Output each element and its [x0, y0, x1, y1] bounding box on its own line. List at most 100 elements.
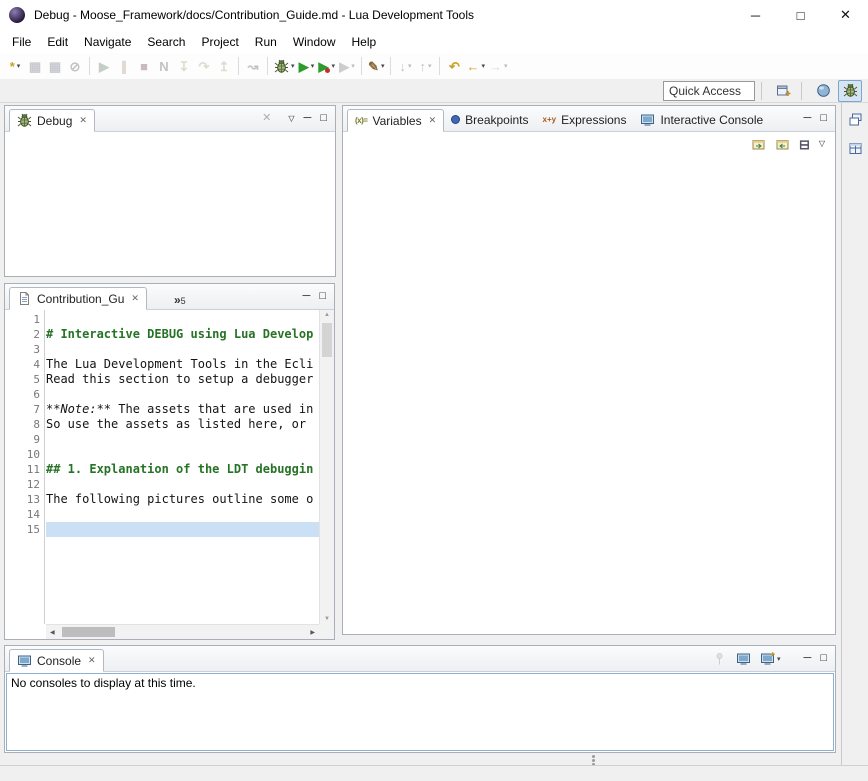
- editor-line[interactable]: # Interactive DEBUG using Lua Develop: [46, 327, 319, 342]
- window-maximize-button[interactable]: □: [778, 0, 823, 30]
- expressions-icon: x+y: [543, 115, 557, 124]
- new-dropdown-icon[interactable]: ▾: [17, 62, 21, 70]
- editor-line[interactable]: [46, 522, 319, 537]
- menu-run[interactable]: Run: [247, 32, 285, 52]
- editor-line[interactable]: [46, 312, 319, 327]
- last-edit-location-button[interactable]: ↶: [444, 55, 464, 77]
- editor-line[interactable]: ## 1. Explanation of the LDT debuggin: [46, 462, 319, 477]
- editor-line[interactable]: Read this section to setup a debugger: [46, 372, 319, 387]
- run-button[interactable]: ▶▾: [297, 55, 317, 77]
- step-over-icon: ↷: [199, 60, 210, 73]
- variables-view-menu-icon[interactable]: ▽: [819, 140, 825, 148]
- debug-view-tab-debug[interactable]: Debug✕: [9, 109, 95, 132]
- console-minimize-icon[interactable]: ─: [804, 653, 812, 664]
- variables-view-tab-label: Variables: [372, 114, 421, 128]
- variables-view-tab-breakpoints[interactable]: Breakpoints: [444, 108, 535, 131]
- editor-line[interactable]: [46, 342, 319, 357]
- vertical-scrollbar[interactable]: ▲ ▼: [319, 310, 334, 624]
- run-history-button[interactable]: ▶▾: [317, 55, 338, 77]
- debug-tree-area[interactable]: [5, 132, 335, 276]
- console-maximize-icon[interactable]: □: [820, 653, 827, 664]
- app-logo-icon: [9, 7, 25, 23]
- debug-view-header: Debug✕ ✕ ▽ ─ □: [5, 106, 335, 132]
- variables-minimize-icon[interactable]: ─: [804, 113, 812, 124]
- close-tab-icon[interactable]: ✕: [131, 293, 139, 304]
- code-area[interactable]: # Interactive DEBUG using Lua Develop The…: [46, 312, 319, 624]
- open-console-dropdown-icon[interactable]: ▾: [777, 655, 781, 663]
- menu-file[interactable]: File: [4, 32, 39, 52]
- close-tab-icon[interactable]: ✕: [79, 115, 87, 126]
- collapse-all-button[interactable]: ⊟: [799, 138, 810, 151]
- menu-edit[interactable]: Edit: [39, 32, 76, 52]
- editor-line[interactable]: [46, 507, 319, 522]
- menu-project[interactable]: Project: [193, 32, 246, 52]
- run-history-dropdown-icon[interactable]: ▾: [332, 62, 336, 70]
- editor-tab-overflow[interactable]: »5: [169, 286, 191, 309]
- variables-view-tab-expressions[interactable]: x+yExpressions: [536, 108, 634, 131]
- scroll-down-icon[interactable]: ▼: [320, 616, 334, 622]
- variables-view-tab-interactive-console[interactable]: Interactive Console: [633, 108, 770, 131]
- variables-view-tab-variables[interactable]: (x)=Variables✕: [347, 109, 444, 132]
- menu-help[interactable]: Help: [344, 32, 385, 52]
- restore-minimized-view-button[interactable]: [845, 109, 865, 129]
- editor-line[interactable]: **Note:** The assets that are used in: [46, 402, 319, 417]
- scroll-left-icon[interactable]: ◀: [50, 629, 55, 636]
- editor-tab-contribution-guide[interactable]: Contribution_Gu✕: [9, 287, 147, 310]
- horizontal-scrollbar[interactable]: ◀ ▶: [46, 624, 319, 639]
- open-console-button[interactable]: ▾: [760, 651, 781, 666]
- editor-line[interactable]: [46, 447, 319, 462]
- back-dropdown-icon[interactable]: ▾: [481, 62, 485, 70]
- terminate-icon: ■: [140, 60, 148, 73]
- close-tab-icon[interactable]: ✕: [88, 655, 96, 666]
- minimized-view-palette-button[interactable]: [845, 138, 865, 158]
- editor-line[interactable]: [46, 432, 319, 447]
- debug-tab-area: Debug✕: [7, 105, 95, 131]
- close-tab-icon[interactable]: ✕: [429, 115, 437, 126]
- scrollbar-corner: [319, 624, 334, 639]
- debug-maximize-icon[interactable]: □: [320, 113, 327, 124]
- back-button[interactable]: ←▾: [464, 55, 487, 77]
- editor-line[interactable]: The following pictures outline some o: [46, 492, 319, 507]
- console-view-tab-console[interactable]: Console✕: [9, 649, 104, 672]
- scroll-up-icon[interactable]: ▲: [320, 312, 334, 318]
- console-output-area[interactable]: No consoles to display at this time.: [6, 673, 834, 751]
- editor-line[interactable]: The Lua Development Tools in the Ecli: [46, 357, 319, 372]
- debug-dropdown-icon[interactable]: ▾: [291, 62, 295, 70]
- show-type-names-button[interactable]: [751, 137, 766, 152]
- annotation-ruler[interactable]: [5, 310, 18, 624]
- run-dropdown-icon[interactable]: ▾: [311, 62, 315, 70]
- debug-button[interactable]: ▾: [272, 55, 297, 77]
- horizontal-scroll-thumb[interactable]: [62, 627, 115, 637]
- sash-handle[interactable]: [592, 755, 595, 758]
- editor-line[interactable]: [46, 387, 319, 402]
- menu-search[interactable]: Search: [139, 32, 193, 52]
- secondary-toolbar: Quick Access: [0, 79, 868, 103]
- debug-view-menu-icon[interactable]: ▽: [288, 115, 294, 123]
- menu-navigate[interactable]: Navigate: [76, 32, 139, 52]
- window-close-button[interactable]: ✕: [823, 0, 868, 30]
- debug-perspective-button[interactable]: [838, 80, 862, 102]
- variables-maximize-icon[interactable]: □: [820, 113, 827, 124]
- ldt-perspective-button[interactable]: [811, 80, 835, 102]
- menu-window[interactable]: Window: [285, 32, 344, 52]
- new-lua-script-dropdown-icon[interactable]: ▾: [381, 62, 385, 70]
- editor-maximize-icon[interactable]: □: [319, 291, 326, 302]
- console-view-header: Console✕ ▾ ─ □: [5, 646, 835, 672]
- editor-minimize-icon[interactable]: ─: [303, 291, 311, 302]
- variables-content-area[interactable]: [343, 132, 835, 634]
- debug-perspective-icon: [843, 83, 858, 98]
- new-lua-script-button[interactable]: ✎▾: [366, 55, 386, 77]
- vertical-scroll-thumb[interactable]: [322, 323, 332, 357]
- editor-line[interactable]: So use the assets as listed here, or: [46, 417, 319, 432]
- display-selected-console-button[interactable]: [736, 651, 751, 666]
- scroll-right-icon[interactable]: ▶: [310, 629, 315, 636]
- editor-line[interactable]: [46, 477, 319, 492]
- show-logical-structure-button[interactable]: [775, 137, 790, 152]
- debug-minimize-icon[interactable]: ─: [304, 113, 312, 124]
- open-perspective-button[interactable]: [771, 80, 795, 102]
- quick-access-input[interactable]: Quick Access: [663, 81, 755, 101]
- window-minimize-button[interactable]: ─: [733, 0, 778, 30]
- code-text: The following pictures outline some o: [46, 492, 313, 506]
- new-button[interactable]: *▾: [5, 55, 25, 77]
- minimized-views-strip: [841, 103, 868, 765]
